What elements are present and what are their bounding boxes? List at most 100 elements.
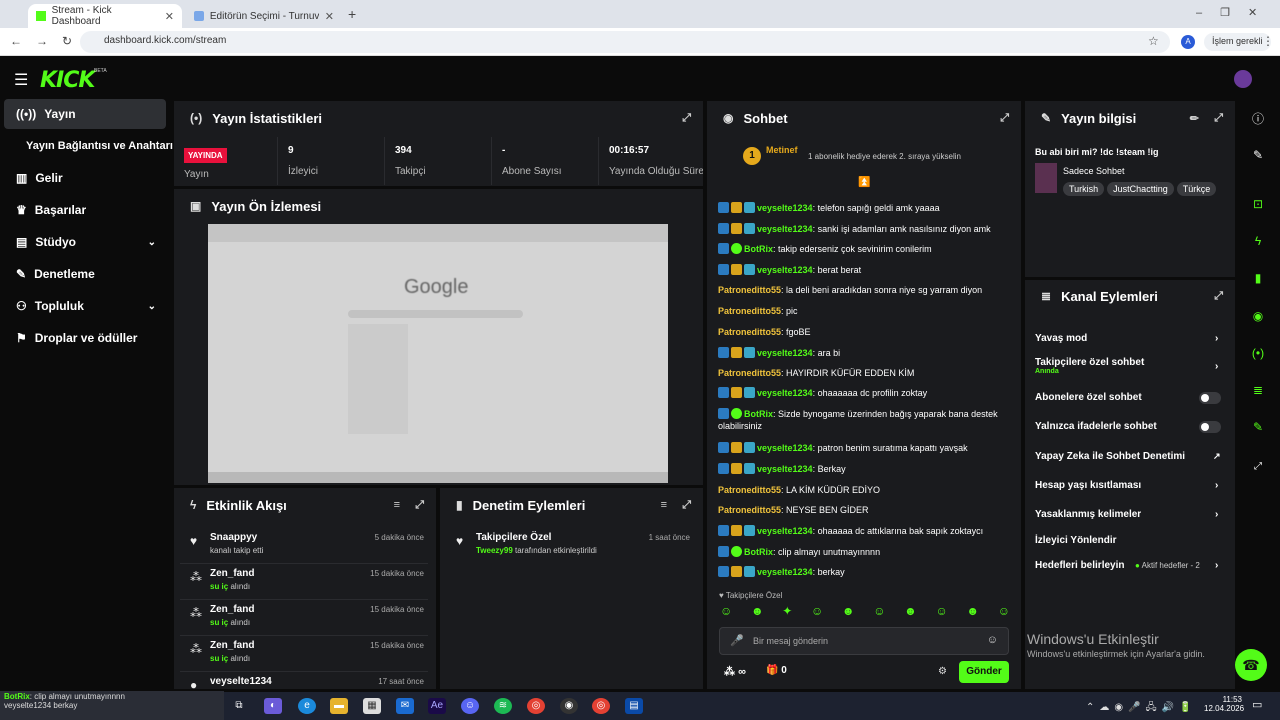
tag-chip[interactable]: Turkish: [1063, 182, 1105, 196]
user-avatar[interactable]: [1234, 70, 1252, 88]
emote-icon[interactable]: ✦: [782, 604, 792, 622]
raid-item[interactable]: İzleyici Yönlendir: [1035, 535, 1245, 546]
goals-item[interactable]: Hedefleri belirleyin ● Aktif hedefler - 2…: [1035, 560, 1245, 571]
emote-icon[interactable]: ☺: [811, 604, 823, 622]
chat-settings-icon[interactable]: ⚙: [938, 666, 947, 677]
chrome-icon[interactable]: ◎: [592, 698, 610, 714]
file-explorer-icon[interactable]: ▬: [330, 698, 348, 714]
microphone-icon[interactable]: 🎤: [730, 634, 744, 647]
preview-video[interactable]: Google: [208, 224, 668, 483]
filter-icon[interactable]: ≡: [394, 499, 400, 511]
slow-mode-item[interactable]: Yavaş mod ›: [1035, 333, 1245, 344]
focus-icon[interactable]: ⊡: [1240, 189, 1276, 219]
emote-icon[interactable]: ☻: [904, 604, 917, 622]
sidebar-item-achievements[interactable]: ♛ Başarılar: [4, 195, 166, 225]
sidebar-item-stream-key[interactable]: Yayın Bağlantısı ve Anahtarı: [4, 131, 173, 161]
scroll-to-top-icon[interactable]: ⏫: [858, 177, 870, 188]
window-controls[interactable]: –❐✕: [1196, 6, 1275, 19]
tag-chip[interactable]: Türkçe: [1176, 182, 1217, 196]
profile-avatar[interactable]: A: [1181, 35, 1195, 49]
sidebar-item-studio[interactable]: ▤ Stüdyo ⌄: [4, 227, 166, 257]
expand-icon[interactable]: ⤢: [1240, 451, 1276, 481]
chat-username[interactable]: Patroneditto55: [718, 368, 781, 378]
chat-username[interactable]: Patroneditto55: [718, 306, 781, 316]
menu-dots-icon[interactable]: ⋮: [1262, 34, 1274, 48]
discord-icon[interactable]: ☺: [461, 698, 479, 714]
chat-username[interactable]: BotRix: [744, 409, 773, 419]
edit-icon[interactable]: ✏: [1190, 112, 1199, 125]
mail-icon[interactable]: ✉: [396, 698, 414, 714]
tag-chip[interactable]: JustChactting: [1107, 182, 1174, 196]
tab-editors-choice[interactable]: Editörün Seçimi - Turnuva - Qu ✕: [186, 4, 342, 28]
channel-points[interactable]: ⁂ ∞: [724, 665, 746, 678]
task-view-icon[interactable]: ⧉: [230, 698, 248, 714]
taskbar-chat-preview[interactable]: BotRix: clip almayı unutmayınnnn veyselt…: [0, 691, 224, 720]
emote-icon[interactable]: ☺: [720, 604, 732, 622]
hamburger-icon[interactable]: ☰: [14, 70, 28, 90]
expand-icon[interactable]: ⤢: [415, 499, 424, 512]
tab-kick-dashboard[interactable]: Stream - Kick Dashboard ✕: [28, 4, 182, 28]
chat-username[interactable]: veyselte1234: [757, 567, 813, 577]
kick-logo[interactable]: KICK: [40, 68, 95, 93]
send-button[interactable]: Gönder: [959, 661, 1009, 683]
followers-only-item[interactable]: Takipçilere özel sohbet Anında ›: [1035, 357, 1245, 375]
chat-icon[interactable]: ◉: [1240, 301, 1276, 331]
emote-icon[interactable]: ☻: [966, 604, 979, 622]
sidebar-item-community[interactable]: ⚇ Topluluk ⌄: [4, 291, 166, 321]
nav-buttons-icon[interactable]: ←→↻: [10, 34, 86, 48]
emote-only-toggle[interactable]: [1199, 421, 1221, 433]
spotify-icon[interactable]: ≋: [494, 698, 512, 714]
emote-icon[interactable]: ☻: [842, 604, 855, 622]
info-icon[interactable]: ⓘ: [1240, 103, 1276, 133]
sidebar-item-stream[interactable]: ((•)) Yayın: [4, 99, 166, 129]
clock[interactable]: 11:53 12.04.2026: [1204, 695, 1244, 713]
chat-username[interactable]: veyselte1234: [757, 203, 813, 213]
expand-icon[interactable]: ⤢: [682, 499, 691, 512]
chat-username[interactable]: Patroneditto55: [718, 327, 781, 337]
after-effects-icon[interactable]: Ae: [428, 698, 446, 714]
emote-bar[interactable]: ☺ ☻ ✦ ☺ ☻ ☺ ☻ ☺ ☻ ☺: [720, 604, 1010, 622]
copilot-icon[interactable]: ◐: [264, 698, 282, 714]
filter-icon[interactable]: ≡: [661, 499, 667, 511]
chat-username[interactable]: veyselte1234: [757, 388, 813, 398]
expand-icon[interactable]: ⤢: [1000, 112, 1009, 125]
new-tab-icon[interactable]: +: [348, 6, 356, 22]
close-tab-icon[interactable]: ✕: [165, 10, 174, 23]
obs-icon[interactable]: ◉: [560, 698, 578, 714]
chat-username[interactable]: veyselte1234: [757, 348, 813, 358]
ai-moderation-item[interactable]: Yapay Zeka ile Sohbet Denetimi ↗: [1035, 451, 1245, 462]
chat-username[interactable]: Patroneditto55: [718, 485, 781, 495]
chat-username[interactable]: veyselte1234: [757, 464, 813, 474]
expand-icon[interactable]: ⤢: [682, 112, 691, 125]
url-field[interactable]: dashboard.kick.com/stream: [80, 31, 1170, 53]
chat-username[interactable]: BotRix: [744, 244, 773, 254]
close-tab-icon[interactable]: ✕: [325, 10, 334, 23]
sidebar-item-moderation[interactable]: ✎ Denetleme: [4, 259, 166, 289]
system-tray-icons[interactable]: ⌃☁◉🎤🖧🔊🔋: [1086, 700, 1197, 717]
chat-username[interactable]: veyselte1234: [757, 526, 813, 536]
category-name[interactable]: Sadece Sohbet: [1063, 166, 1125, 176]
subscribers-only-toggle[interactable]: [1199, 392, 1221, 404]
store-icon[interactable]: ▦: [363, 698, 381, 714]
edge-icon[interactable]: e: [298, 698, 316, 714]
sidebar-item-revenue[interactable]: ▥ Gelir: [4, 163, 166, 193]
emote-icon[interactable]: ☺: [873, 604, 885, 622]
chat-username[interactable]: Patroneditto55: [718, 285, 781, 295]
chat-username[interactable]: Patroneditto55: [718, 505, 781, 515]
emote-icon[interactable]: ☺: [935, 604, 947, 622]
chat-username[interactable]: veyselte1234: [757, 265, 813, 275]
leaderboard-user[interactable]: Metinef: [766, 145, 798, 155]
notification-icon[interactable]: ▭: [1252, 698, 1262, 711]
support-chat-icon[interactable]: ☎: [1235, 649, 1267, 681]
banned-words-item[interactable]: Yasaklanmış kelimeler ›: [1035, 509, 1245, 520]
sidebar-item-drops[interactable]: ⚑ Droplar ve ödüller: [4, 323, 166, 353]
chat-username[interactable]: veyselte1234: [757, 443, 813, 453]
chat-username[interactable]: veyselte1234: [757, 224, 813, 234]
wrench-icon[interactable]: ✎: [1240, 412, 1276, 442]
emote-icon[interactable]: ☻: [751, 604, 764, 622]
document-icon[interactable]: ▮: [1240, 263, 1276, 293]
app-icon[interactable]: ▤: [625, 698, 643, 714]
chrome-icon[interactable]: ◎: [527, 698, 545, 714]
pencil-icon[interactable]: ✎: [1240, 140, 1276, 170]
action-required-button[interactable]: İşlem gerekli: [1204, 33, 1271, 51]
